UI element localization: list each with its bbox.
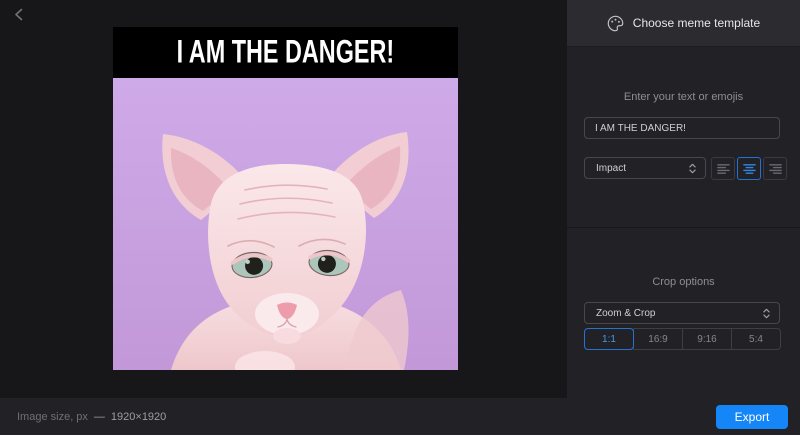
align-center-button[interactable]	[737, 157, 761, 180]
image-size-separator: —	[93, 410, 105, 423]
align-left-button[interactable]	[711, 157, 735, 180]
choose-template-label: Choose meme template	[632, 16, 761, 30]
stepper-icon	[689, 163, 696, 173]
align-right-button[interactable]	[763, 157, 787, 180]
ratio-1-1-button[interactable]: 1:1	[584, 328, 634, 350]
back-button[interactable]	[8, 4, 28, 24]
stepper-icon	[763, 308, 770, 318]
ratio-5-4-button[interactable]: 5:4	[731, 328, 781, 350]
aspect-ratio-group: 1:1 16:9 9:16 5:4	[584, 328, 781, 350]
font-select-value: Impact	[596, 162, 627, 174]
meme-caption-text: I AM THE DANGER!	[176, 34, 395, 70]
font-select[interactable]: Impact	[584, 157, 706, 179]
image-size-label: Image size, px	[17, 410, 88, 423]
align-left-icon	[716, 163, 730, 174]
editor-canvas: I AM THE DANGER!	[0, 0, 567, 398]
meme-caption-bar: I AM THE DANGER!	[113, 27, 458, 78]
sidebar-divider	[567, 227, 800, 228]
align-center-icon	[742, 163, 756, 174]
image-size-value: 1920×1920	[110, 410, 167, 423]
crop-mode-value: Zoom & Crop	[596, 307, 656, 319]
image-size-info: Image size, px — 1920×1920	[17, 411, 166, 423]
align-right-icon	[768, 163, 782, 174]
palette-icon	[607, 15, 624, 31]
export-button[interactable]: Export	[716, 405, 788, 429]
ratio-16-9-button[interactable]: 16:9	[633, 328, 683, 350]
meme-text-input[interactable]	[584, 117, 780, 139]
right-sidebar: Choose meme template Enter your text or …	[567, 0, 800, 398]
chevron-left-icon	[14, 8, 22, 20]
choose-template-button[interactable]: Choose meme template	[567, 0, 800, 47]
sphynx-cat-photo	[113, 78, 458, 370]
text-alignment-group	[711, 157, 787, 180]
text-section-label: Enter your text or emojis	[623, 91, 744, 103]
meme-editor-app: I AM THE DANGER! Choose meme template En…	[0, 0, 800, 435]
ratio-9-16-button[interactable]: 9:16	[682, 328, 732, 350]
meme-preview[interactable]: I AM THE DANGER!	[113, 27, 458, 370]
crop-section-label: Crop options	[652, 276, 715, 288]
bottom-bar: Image size, px — 1920×1920 Export	[0, 398, 800, 435]
crop-mode-select[interactable]: Zoom & Crop	[584, 302, 780, 324]
